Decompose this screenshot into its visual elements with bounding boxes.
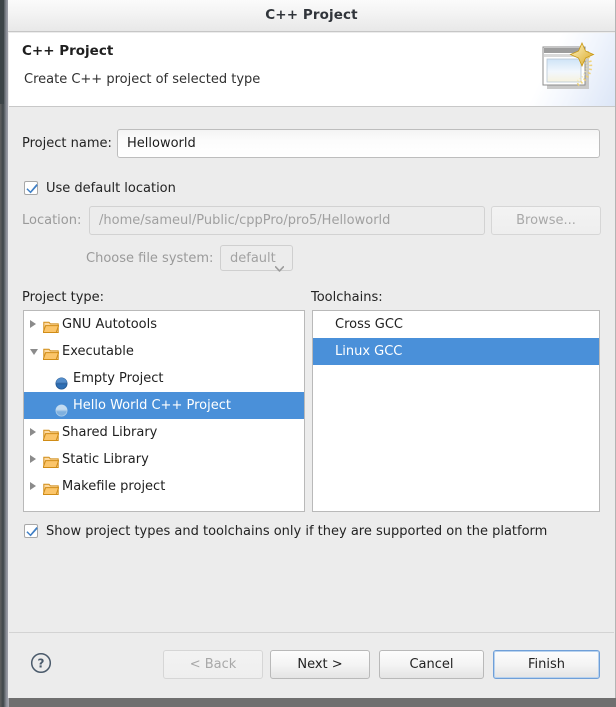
project-type-label: GNU Autotools [62,317,158,332]
svg-text:?: ? [38,656,45,670]
project-type-label: Hello World C++ Project [73,398,231,413]
wizard-header-gradient [515,33,615,106]
project-type-row[interactable]: Static Library [24,446,304,473]
toolchain-label: Linux GCC [335,344,403,359]
file-system-select[interactable]: default [220,245,293,272]
toolchains-list[interactable]: Cross GCC Linux GCC [312,310,600,512]
folder-icon [42,479,60,506]
window-title: C++ Project [265,7,358,23]
project-name-label: Project name: [22,136,112,151]
cpp-project-wizard-dialog: C++ Project C++ Project Create C++ proje… [0,0,616,707]
next-button[interactable]: Next > [270,650,370,679]
project-type-row[interactable]: Makefile project [24,473,304,500]
finish-button[interactable]: Finish [493,650,600,679]
project-type-row[interactable]: Hello World C++ Project [24,392,304,419]
window-left-edge-dark [0,0,4,104]
choose-file-system-label: Choose file system: [86,251,214,266]
new-cpp-project-wizard-icon [537,41,599,99]
location-label: Location: [22,213,82,228]
toolchains-label: Toolchains: [311,290,383,305]
cancel-button[interactable]: Cancel [379,650,484,679]
project-type-row[interactable]: Empty Project [24,365,304,392]
page-title: C++ Project [22,43,114,59]
project-type-label: Makefile project [62,479,166,494]
use-default-location-checkbox[interactable] [24,181,38,195]
chevron-down-icon [274,256,285,281]
project-type-row[interactable]: Shared Library [24,419,304,446]
file-system-value: default [230,251,276,266]
project-type-label: Static Library [62,452,149,467]
project-name-input[interactable]: Helloworld [117,129,600,158]
back-button[interactable]: < Back [163,650,263,679]
titlebar: C++ Project [8,0,615,32]
toolchain-row[interactable]: Linux GCC [313,338,599,365]
use-default-location-label: Use default location [46,181,176,196]
chevron-right-icon[interactable] [30,455,36,463]
project-type-label: Project type: [22,290,105,305]
project-type-label: Shared Library [62,425,158,440]
project-type-label: Empty Project [73,371,164,386]
chevron-right-icon[interactable] [30,482,36,490]
show-supported-checkbox[interactable] [24,524,38,538]
button-bar-separator [9,632,614,633]
project-type-tree[interactable]: GNU Autotools Executable Empty Project Hell… [23,310,305,512]
checkmark-icon [26,183,38,194]
help-icon[interactable]: ? [30,652,52,678]
chevron-right-icon[interactable] [30,428,36,436]
show-supported-label: Show project types and toolchains only i… [46,524,548,539]
project-type-label: Executable [62,344,134,359]
checkmark-icon [26,526,38,537]
wizard-page-header: C++ Project Create C++ project of select… [9,33,615,107]
project-type-row[interactable]: GNU Autotools [24,311,304,338]
chevron-right-icon[interactable] [30,320,36,328]
project-type-row[interactable]: Executable [24,338,304,365]
browse-button[interactable]: Browse... [491,206,601,235]
toolchain-label: Cross GCC [335,317,403,332]
chevron-down-icon[interactable] [30,349,38,355]
page-description: Create C++ project of selected type [24,72,261,87]
toolchain-row[interactable]: Cross GCC [313,311,599,338]
location-input[interactable]: /home/sameul/Public/cppPro/pro5/Hellowor… [89,206,485,235]
